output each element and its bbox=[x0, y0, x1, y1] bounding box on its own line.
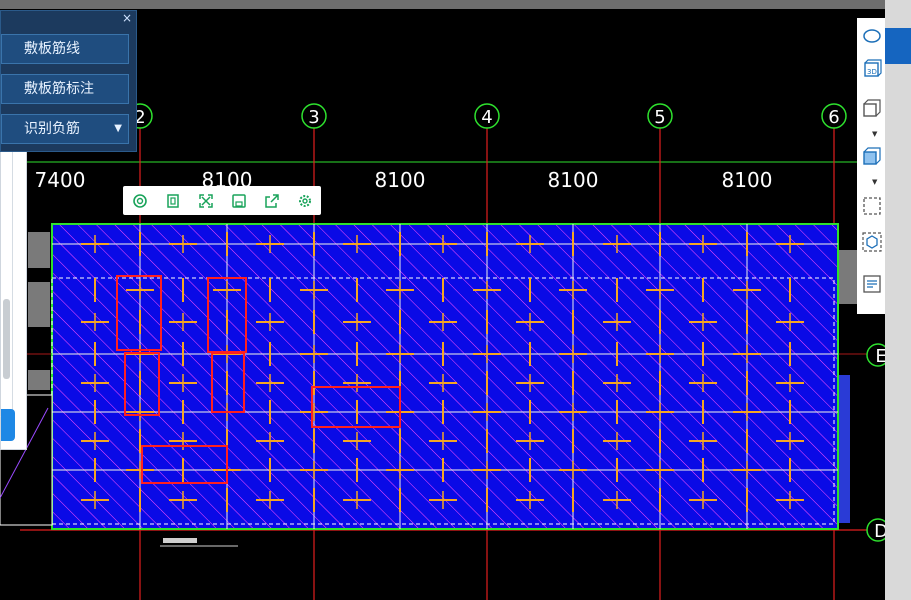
right-view-toolbar: 3D ▼ ▼ bbox=[857, 18, 885, 314]
draw-slab-rebar-annotation-button[interactable]: 敷板筋标注 bbox=[1, 74, 129, 104]
dim-label: 8100 bbox=[548, 168, 599, 192]
column-block bbox=[28, 232, 50, 268]
button-label: 敷板筋线 bbox=[24, 41, 80, 57]
svg-text:4: 4 bbox=[481, 107, 492, 128]
chevron-down-icon[interactable]: ▼ bbox=[872, 178, 877, 186]
chevron-down-icon[interactable]: ▼ bbox=[872, 130, 877, 138]
copy-icon[interactable] bbox=[164, 192, 182, 210]
chevron-down-icon[interactable]: ▼ bbox=[114, 115, 122, 143]
ellipse-icon[interactable] bbox=[862, 26, 882, 46]
cube-select-icon[interactable] bbox=[862, 232, 882, 252]
svg-text:3D: 3D bbox=[867, 68, 877, 76]
identify-negative-rebar-button[interactable]: 识别负筋 ▼ bbox=[1, 114, 129, 144]
svg-text:3: 3 bbox=[308, 107, 319, 128]
panel-close-icon[interactable]: × bbox=[122, 11, 132, 25]
settings-icon[interactable] bbox=[296, 192, 314, 210]
properties-list-icon[interactable] bbox=[862, 274, 882, 294]
view-mini-toolbar bbox=[123, 186, 321, 215]
rebar-tool-panel: × 敷板筋线 敷板筋标注 识别负筋 ▼ bbox=[0, 10, 137, 152]
fullscreen-icon[interactable] bbox=[197, 192, 215, 210]
sidebar-active-tab[interactable] bbox=[885, 28, 911, 64]
column-block bbox=[28, 282, 50, 327]
button-label: 识别负筋 bbox=[24, 121, 80, 137]
button-label: 敷板筋标注 bbox=[24, 81, 94, 97]
column-block bbox=[838, 375, 850, 523]
axis-bubble-3: 3 bbox=[301, 103, 327, 129]
select-region-icon[interactable] bbox=[862, 196, 882, 216]
scale-label bbox=[163, 538, 197, 543]
export-icon[interactable] bbox=[263, 192, 281, 210]
axis-bubble-5: 5 bbox=[647, 103, 673, 129]
dim-label: 8100 bbox=[722, 168, 773, 192]
box-icon[interactable] bbox=[862, 98, 882, 118]
zoom-rotate-icon[interactable] bbox=[131, 192, 149, 210]
view-3d-icon[interactable]: 3D bbox=[862, 58, 882, 78]
solid-box-icon[interactable] bbox=[862, 146, 882, 166]
draw-slab-rebar-line-button[interactable]: 敷板筋线 bbox=[1, 34, 129, 64]
dim-label: 8100 bbox=[375, 168, 426, 192]
axis-bubble-6: 6 bbox=[821, 103, 847, 129]
right-gray-sidebar bbox=[885, 0, 911, 600]
save-icon[interactable] bbox=[230, 192, 248, 210]
column-block bbox=[836, 250, 858, 304]
dialog-scrollbar[interactable] bbox=[3, 299, 10, 379]
dialog-primary-button[interactable] bbox=[1, 409, 15, 441]
column-block bbox=[28, 370, 50, 390]
svg-text:6: 6 bbox=[828, 107, 839, 128]
dim-label: 7400 bbox=[35, 168, 86, 192]
axis-bubble-4: 4 bbox=[474, 103, 500, 129]
svg-text:5: 5 bbox=[654, 107, 665, 128]
